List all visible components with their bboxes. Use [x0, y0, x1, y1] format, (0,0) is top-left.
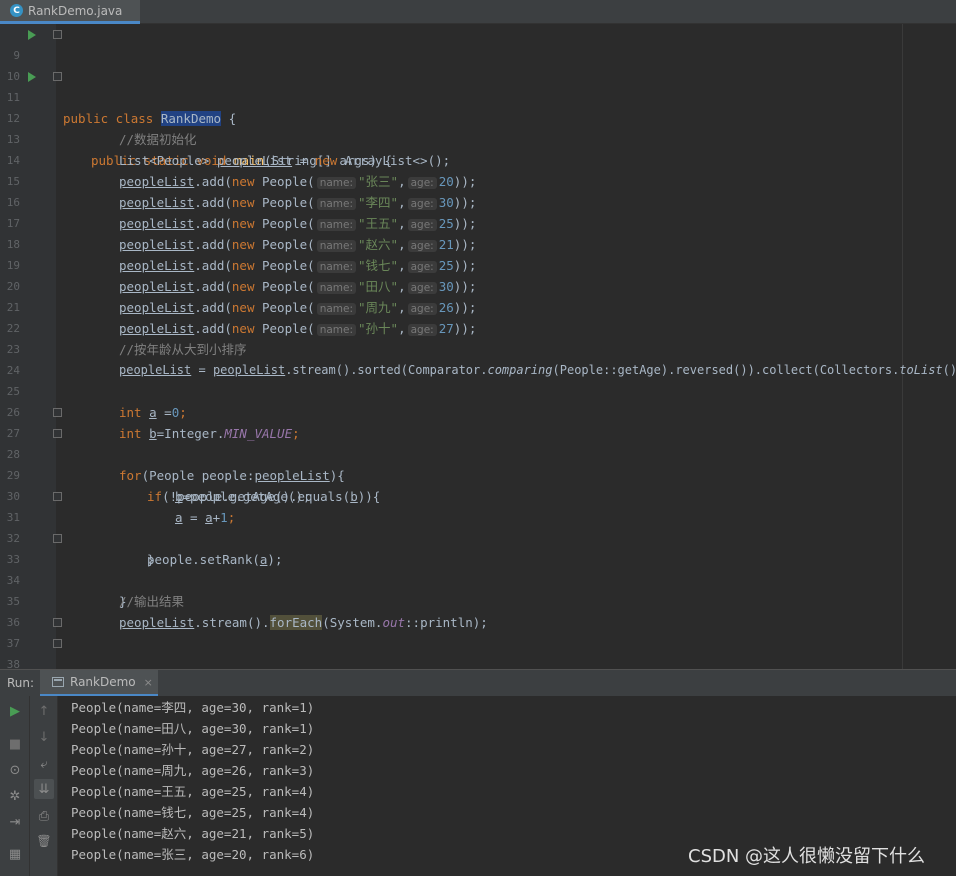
camera-icon[interactable]: ⊙ [5, 760, 25, 780]
run-toolbar-primary: ▶ ■ ⊙ ✲ ⇥ ▦ [0, 696, 30, 876]
code-line: 23 peopleList = peopleList.stream().sort… [0, 318, 956, 377]
rerun-icon[interactable]: ▶ [5, 701, 25, 721]
code-line: 34 //输出结果 [0, 549, 956, 609]
console-line: People(name=王五, age=25, rank=4) [71, 784, 315, 799]
editor-tab-bar: C RankDemo.java [0, 0, 956, 24]
code-line: 24 [0, 339, 956, 377]
code-line: 11 public static void main(String[] args… [0, 66, 956, 168]
code-line: 27 for(People people:peopleList){ [0, 402, 956, 483]
arrow-down-icon[interactable]: ↓ [34, 727, 54, 747]
fold-marker-icon[interactable] [53, 618, 62, 627]
trash-icon[interactable]: 🗑 [34, 831, 54, 851]
code-line: 39 [0, 654, 956, 669]
code-line: 12 //数据初始化 [0, 87, 956, 147]
code-line: 20 peopleList.add(new People(name: "周九", a… [0, 255, 956, 315]
fold-marker-icon[interactable] [53, 408, 62, 417]
code-line: 16 peopleList.add(new People(name: "王五", a… [0, 171, 956, 231]
print-icon[interactable]: ⎙ [34, 806, 54, 826]
code-line: 15 peopleList.add(new People(name: "李四", a… [0, 150, 956, 210]
fold-marker-icon[interactable] [53, 429, 62, 438]
code-line: 13 List<People> peopleList = new ArrayLi… [0, 108, 956, 168]
scroll-to-end-icon[interactable]: ⇊ [34, 779, 54, 799]
fold-marker-icon[interactable] [53, 639, 62, 648]
code-editor[interactable]: 9 public class RankDemo { 10 11 public s… [0, 24, 956, 669]
fold-marker-icon[interactable] [53, 534, 62, 543]
code-line: 22 //按年龄从大到小排序 [0, 297, 956, 357]
console-line: People(name=田八, age=30, rank=1) [71, 721, 315, 736]
code-line: 38 } [0, 633, 956, 669]
code-line: 17 peopleList.add(new People(name: "赵六", a… [0, 192, 956, 252]
stop-icon[interactable]: ■ [5, 734, 25, 754]
console-line: People(name=孙十, age=27, rank=2) [71, 742, 315, 757]
fold-marker-icon[interactable] [53, 72, 62, 81]
code-line: 31 } [0, 486, 956, 567]
code-line: 36 [0, 591, 956, 629]
layout-icon[interactable]: ▦ [5, 844, 25, 864]
exit-icon[interactable]: ⇥ [5, 812, 25, 832]
run-main-icon[interactable] [28, 72, 36, 82]
console-line: People(name=李四, age=30, rank=1) [71, 700, 315, 715]
run-class-icon[interactable] [28, 30, 36, 40]
code-line: 14 peopleList.add(new People(name: "张三", a… [0, 129, 956, 189]
close-icon[interactable]: × [144, 676, 153, 689]
code-line: 35 peopleList.stream().forEach(System.ou… [0, 570, 956, 630]
run-panel-header: Run: RankDemo × [0, 669, 956, 697]
java-class-icon: C [10, 4, 23, 17]
code-line: 32 people.setRank(a); [0, 507, 956, 567]
console-line: People(name=张三, age=20, rank=6) [71, 847, 315, 862]
code-line: 21 peopleList.add(new People(name: "孙十", a… [0, 276, 956, 336]
settings-icon[interactable]: ✲ [5, 786, 25, 806]
run-tab-rankdemo[interactable]: RankDemo × [40, 670, 158, 697]
console-icon [52, 677, 64, 687]
code-line: 25 int a =0; [0, 360, 956, 420]
fold-marker-icon[interactable] [53, 492, 62, 501]
code-line: 18 peopleList.add(new People(name: "钱七", a… [0, 213, 956, 273]
soft-wrap-icon[interactable]: ⤶ [34, 754, 54, 774]
code-line: 28 if(!people.getAge().equals(b)){ [0, 423, 956, 504]
fold-marker-icon[interactable] [53, 30, 62, 39]
code-line: 37 } [0, 612, 956, 650]
code-line: 33 } [0, 528, 956, 609]
run-tab-label: RankDemo [70, 675, 136, 689]
console-line: People(name=周九, age=26, rank=3) [71, 763, 315, 778]
code-line: 10 [0, 45, 956, 83]
run-panel-title: Run: [7, 676, 35, 690]
watermark: CSDN @这人很懒没留下什么 [688, 846, 926, 867]
code-line: 26 int b=Integer.MIN_VALUE; [0, 381, 956, 441]
arrow-up-icon[interactable]: ↑ [34, 701, 54, 721]
console-line: People(name=赵六, age=21, rank=5) [71, 826, 315, 841]
code-line: 19 peopleList.add(new People(name: "田八", a… [0, 234, 956, 294]
code-line: 29 b=people.getAge(); [0, 444, 956, 504]
editor-tab-rankdemo[interactable]: C RankDemo.java [0, 0, 140, 24]
editor-tab-label: RankDemo.java [28, 3, 123, 18]
code-line: 9 public class RankDemo { [0, 24, 956, 126]
code-line: 30 a = a+1; [0, 465, 956, 525]
console-line: People(name=钱七, age=25, rank=4) [71, 805, 315, 820]
run-toolbar-secondary: ↑ ↓ ⤶ ⇊ ⎙ 🗑 [30, 696, 58, 876]
